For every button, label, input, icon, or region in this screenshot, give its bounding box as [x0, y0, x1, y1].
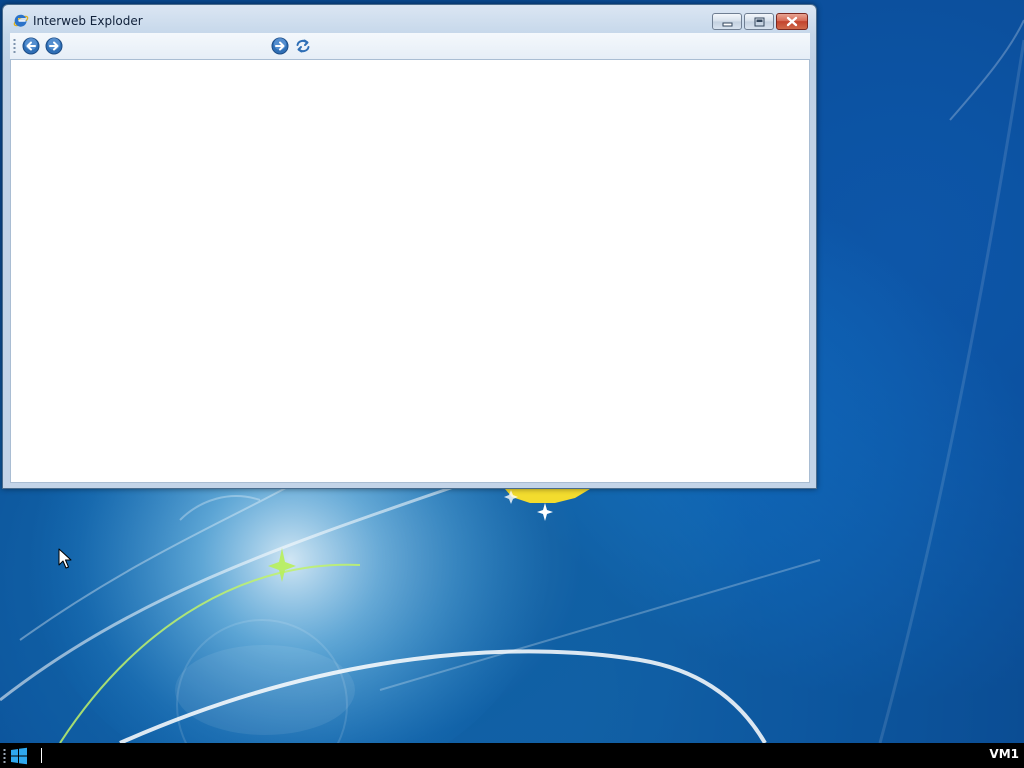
refresh-button[interactable]: [294, 37, 312, 55]
restore-icon: [754, 17, 765, 27]
close-icon: [786, 16, 798, 27]
mouse-pointer-icon: [58, 548, 72, 569]
forward-button[interactable]: [45, 37, 63, 55]
browser-window[interactable]: Interweb Exploder: [2, 4, 817, 489]
start-button[interactable]: [9, 747, 29, 765]
window-title: Interweb Exploder: [33, 14, 143, 28]
taskbar-grip[interactable]: [3, 749, 6, 763]
refresh-icon: [296, 39, 310, 53]
title-bar[interactable]: Interweb Exploder: [3, 5, 816, 35]
maximize-button[interactable]: [744, 13, 774, 30]
go-button[interactable]: [271, 37, 289, 55]
go-arrow-icon: [271, 37, 289, 55]
arrow-right-circle-icon: [45, 37, 63, 55]
address-input[interactable]: [68, 36, 266, 56]
internet-explorer-icon: [13, 14, 29, 27]
taskbar-separator: [41, 748, 42, 763]
navigation-toolbar: [10, 33, 810, 59]
minimize-button[interactable]: [712, 13, 742, 30]
windows-logo-icon: [11, 747, 27, 765]
back-button[interactable]: [22, 37, 40, 55]
close-button[interactable]: [776, 13, 808, 30]
toolbar-grip[interactable]: [13, 38, 16, 54]
arrow-left-circle-icon: [22, 37, 40, 55]
page-content[interactable]: [10, 59, 810, 483]
machine-label: VM1: [989, 747, 1019, 761]
taskbar: VM1: [0, 743, 1024, 768]
minimize-icon: [722, 22, 733, 27]
